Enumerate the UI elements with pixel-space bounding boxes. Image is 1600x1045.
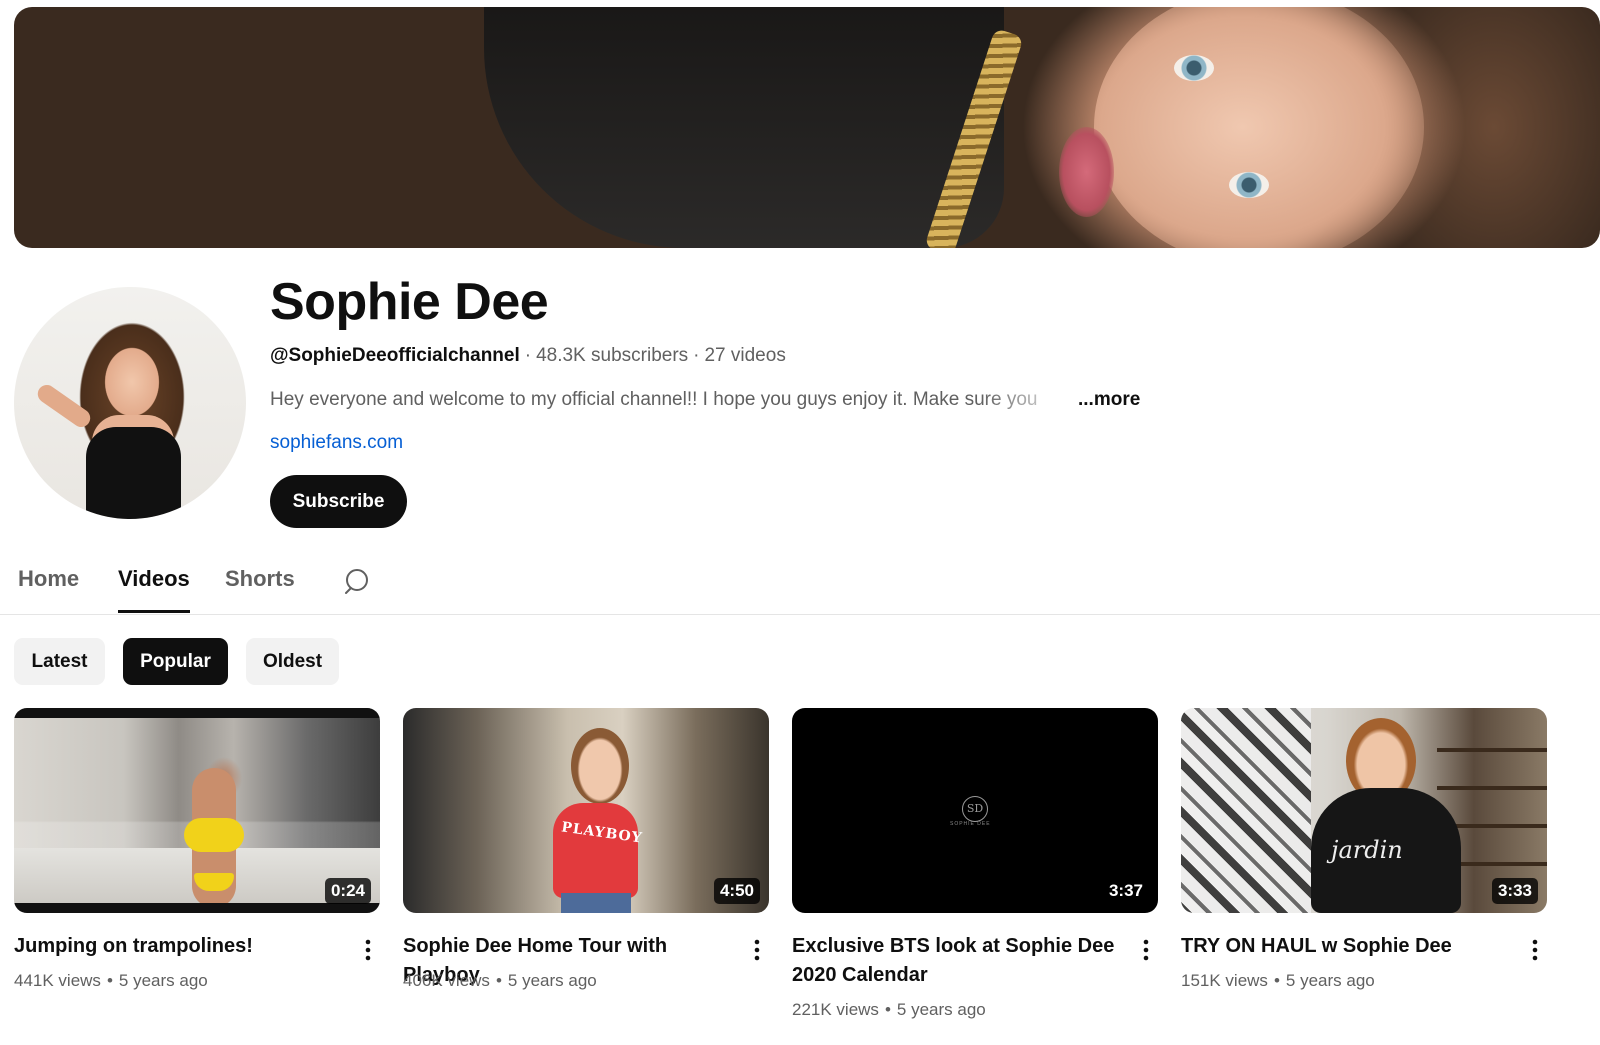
video-views: 406K views: [403, 971, 490, 990]
thumbnail-logo-subtext: SOPHIE DEE: [950, 821, 991, 827]
meta-dot: •: [106, 971, 113, 990]
video-thumbnail[interactable]: SD SOPHIE DEE 3:37: [792, 708, 1158, 913]
thumbnail-shirt: [553, 803, 638, 898]
video-duration: 3:33: [1491, 878, 1538, 904]
banner-lips: [1059, 127, 1114, 217]
video-age: 5 years ago: [118, 971, 208, 990]
description-text: Hey everyone and welcome to my official …: [270, 389, 1038, 410]
video-age: 5 years ago: [1285, 971, 1375, 990]
video-duration: 0:24: [324, 878, 371, 904]
channel-website-link[interactable]: sophiefans.com: [270, 431, 403, 455]
more-vert-icon[interactable]: [1134, 936, 1158, 964]
tab-home[interactable]: Home: [18, 566, 79, 610]
thumbnail-person: [571, 728, 629, 804]
video-meta: 441K views • 5 years ago: [14, 970, 208, 992]
channel-name: Sophie Dee: [270, 273, 549, 331]
letterbox-bar: [14, 708, 380, 718]
subscriber-count: 48.3K subscribers: [536, 345, 689, 366]
channel-description[interactable]: Hey everyone and welcome to my official …: [270, 388, 1140, 412]
avatar-top: [86, 427, 181, 519]
meta-separator: ·: [693, 345, 700, 366]
subscribe-button[interactable]: Subscribe: [270, 475, 407, 528]
thumbnail-logo: SD: [962, 796, 988, 822]
video-card: PLAYBOY 4:50 Sophie Dee Home Tour with P…: [403, 708, 769, 990]
banner-face: [1094, 7, 1424, 248]
video-title[interactable]: TRY ON HAUL w Sophie Dee: [1181, 932, 1511, 961]
video-views: 151K views: [1181, 971, 1268, 990]
video-meta: 151K views • 5 years ago: [1181, 970, 1375, 992]
more-vert-icon[interactable]: [356, 936, 380, 964]
chip-popular[interactable]: Popular: [123, 638, 228, 685]
meta-dot: •: [495, 971, 502, 990]
video-age: 5 years ago: [507, 971, 597, 990]
meta-dot: •: [884, 1000, 891, 1019]
thumbnail-wall-art: [1181, 708, 1311, 913]
video-views: 441K views: [14, 971, 101, 990]
video-meta: 406K views • 5 years ago: [403, 970, 597, 992]
thumbnail-swimsuit: [184, 818, 244, 852]
banner-eye: [1229, 172, 1269, 198]
meta-separator: ·: [524, 345, 532, 366]
more-vert-icon[interactable]: [1523, 936, 1547, 964]
thumbnail-jeans: [561, 893, 631, 913]
video-meta: 221K views • 5 years ago: [792, 999, 986, 1021]
video-thumbnail[interactable]: jardin 3:33: [1181, 708, 1547, 913]
video-age: 5 years ago: [896, 1000, 986, 1019]
channel-handle: @SophieDeeofficialchannel: [270, 345, 520, 366]
more-vert-icon[interactable]: [745, 936, 769, 964]
chip-oldest[interactable]: Oldest: [246, 638, 339, 685]
video-card: SD SOPHIE DEE 3:37 Exclusive BTS look at…: [792, 708, 1158, 1019]
video-duration: 3:37: [1102, 878, 1149, 904]
more-link[interactable]: ...more: [1078, 389, 1140, 410]
search-icon[interactable]: [344, 567, 372, 595]
letterbox-bar: [14, 903, 380, 913]
channel-tabs: Home Videos Shorts: [0, 560, 1600, 615]
video-thumbnail[interactable]: PLAYBOY 4:50: [403, 708, 769, 913]
banner-shirt: [484, 7, 1004, 248]
chip-latest[interactable]: Latest: [14, 638, 105, 685]
video-count: 27 videos: [704, 345, 786, 366]
video-duration: 4:50: [713, 878, 760, 904]
avatar-arm: [34, 381, 94, 431]
video-card: 0:24 Jumping on trampolines! 441K views •…: [14, 708, 380, 990]
video-title[interactable]: Exclusive BTS look at Sophie Dee 2020 Ca…: [792, 932, 1122, 990]
channel-banner: [14, 7, 1600, 248]
banner-eye: [1174, 55, 1214, 81]
tab-videos[interactable]: Videos: [118, 566, 190, 613]
tab-shorts[interactable]: Shorts: [225, 566, 295, 610]
video-thumbnail[interactable]: 0:24: [14, 708, 380, 913]
video-title[interactable]: Jumping on trampolines!: [14, 932, 344, 961]
thumbnail-hoodie-text: jardin: [1331, 836, 1403, 864]
meta-dot: •: [1273, 971, 1280, 990]
video-card: jardin 3:33 TRY ON HAUL w Sophie Dee 151…: [1181, 708, 1547, 990]
channel-meta: @SophieDeeofficialchannel · 48.3K subscrib…: [270, 344, 786, 368]
video-views: 221K views: [792, 1000, 879, 1019]
channel-avatar[interactable]: [14, 287, 246, 519]
